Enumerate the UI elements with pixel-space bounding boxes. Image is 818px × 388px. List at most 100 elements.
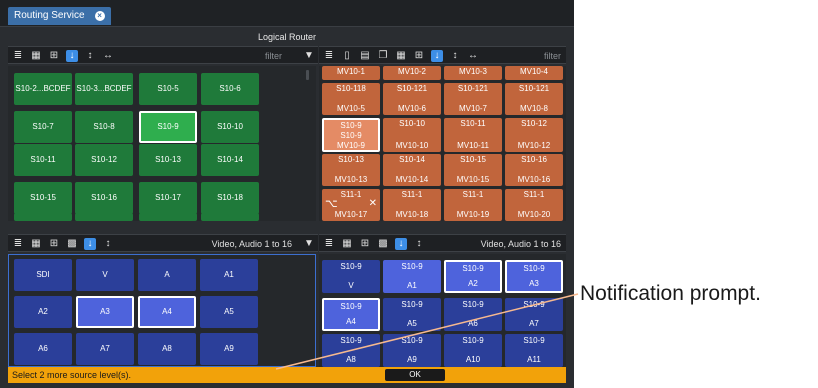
document-icon[interactable]: ▯ <box>341 50 353 62</box>
small-grid-icon[interactable]: ⊞ <box>48 238 60 250</box>
destination-button-mv10-16[interactable]: S10-16 MV10-16 <box>505 154 563 186</box>
destination-level-a10[interactable]: S10-9 A10 <box>444 334 502 367</box>
destination-level-a9[interactable]: S10-9 A9 <box>383 334 441 367</box>
sort-ascending-icon[interactable]: ↓ <box>84 238 96 250</box>
destination-button-mv10-11[interactable]: S10-11 MV10-11 <box>444 118 502 152</box>
source-level-sdi[interactable]: SDI <box>14 259 72 291</box>
sort-alpha-icon[interactable]: ↕ <box>102 238 114 250</box>
destination-button-mv10-12[interactable]: S10-12 MV10-12 <box>505 118 563 152</box>
destination-button-mv10-5[interactable]: S10-118 MV10-5 <box>322 83 380 115</box>
source-scrollbar[interactable] <box>306 70 309 80</box>
source-button-s10-9[interactable]: S10-9 <box>139 111 197 143</box>
source-level-a3[interactable]: A3 <box>76 296 134 328</box>
source-level-selector[interactable]: Video, Audio 1 to 16 <box>168 235 292 253</box>
destination-button-mv10-3[interactable]: MV10-3 <box>444 66 502 80</box>
list-view-icon[interactable]: ≣ <box>12 238 24 250</box>
source-button-s10-16[interactable]: S10-16 <box>75 182 133 214</box>
destination-button-mv10-1[interactable]: MV10-1 <box>322 66 380 80</box>
destination-button-mv10-10[interactable]: S10-10 MV10-10 <box>383 118 441 152</box>
small-grid-icon[interactable]: ⊞ <box>48 50 60 62</box>
destination-button-mv10-6[interactable]: S10-121 MV10-6 <box>383 83 441 115</box>
source-level-a8[interactable]: A8 <box>138 333 196 365</box>
source-button-s10-14[interactable]: S10-14 <box>201 144 259 176</box>
source-button-s10-13[interactable]: S10-13 <box>139 144 197 176</box>
large-grid-icon[interactable]: ▦ <box>395 50 407 62</box>
destination-button-mv10-9[interactable]: S10-9 S10-9 MV10-9 <box>322 118 380 152</box>
destination-source-label: S10-121 <box>518 84 550 93</box>
destination-button-mv10-8[interactable]: S10-121 MV10-8 <box>505 83 563 115</box>
sort-ascending-icon[interactable]: ↓ <box>66 50 78 62</box>
source-level-a9[interactable]: A9 <box>200 333 258 365</box>
destination-level-v[interactable]: S10-9 V <box>322 260 380 293</box>
list-view-icon[interactable]: ≣ <box>323 50 335 62</box>
grid-view-icon[interactable]: ▩ <box>66 238 78 250</box>
source-button-s10-17[interactable]: S10-17 <box>139 182 197 214</box>
close-tab-icon[interactable]: × <box>94 11 105 21</box>
destination-level-a4[interactable]: S10-9 A4 <box>322 298 380 331</box>
filter-funnel-icon[interactable]: ▼ <box>304 238 314 250</box>
destination-source-label: S10-13 <box>338 155 364 164</box>
destination-button-mv10-2[interactable]: MV10-2 <box>383 66 441 80</box>
source-level-a6[interactable]: A6 <box>14 333 72 365</box>
source-level-a4[interactable]: A4 <box>138 296 196 328</box>
source-filter-input[interactable]: filter <box>188 47 282 65</box>
destination-level-a6[interactable]: S10-9 A6 <box>444 298 502 331</box>
source-button-s10-18[interactable]: S10-18 <box>201 182 259 214</box>
destination-button-mv10-20[interactable]: S11-1 MV10-20 <box>505 189 563 221</box>
destination-button-mv10-17[interactable]: S11-1 MV10-17 ⌥ ✕ <box>322 189 380 221</box>
destination-button-mv10-13[interactable]: S10-13 MV10-13 <box>322 154 380 186</box>
source-button-s10-6[interactable]: S10-6 <box>201 73 259 105</box>
sort-ascending-icon[interactable]: ↓ <box>395 238 407 250</box>
source-level-a7[interactable]: A7 <box>76 333 134 365</box>
grid-view-icon[interactable]: ▩ <box>377 238 389 250</box>
source-button-s10-11[interactable]: S10-11 <box>14 144 72 176</box>
destination-level-a2[interactable]: S10-9 A2 <box>444 260 502 293</box>
source-button-s10-2-bcdef[interactable]: S10-2...BCDEF <box>14 73 72 105</box>
destination-level-a11[interactable]: S10-9 A11 <box>505 334 563 367</box>
source-toolbar: ≣ ▦ ⊞ ↓ ↕ ↔ filter ▼ <box>8 46 318 64</box>
destination-level-a7[interactable]: S10-9 A7 <box>505 298 563 331</box>
list-view-icon[interactable]: ≣ <box>323 238 335 250</box>
small-grid-icon[interactable]: ⊞ <box>413 50 425 62</box>
large-grid-icon[interactable]: ▦ <box>30 238 42 250</box>
sort-ascending-icon[interactable]: ↓ <box>431 50 443 62</box>
source-button-s10-8[interactable]: S10-8 <box>75 111 133 143</box>
source-level-v[interactable]: V <box>76 259 134 291</box>
sort-alpha-icon[interactable]: ↕ <box>413 238 425 250</box>
source-level-a1[interactable]: A1 <box>200 259 258 291</box>
destination-button-mv10-15[interactable]: S10-15 MV10-15 <box>444 154 502 186</box>
list-view-icon[interactable]: ≣ <box>12 50 24 62</box>
source-button-s10-15[interactable]: S10-15 <box>14 182 72 214</box>
destination-filter-input[interactable]: filter <box>499 47 561 65</box>
fit-width-icon[interactable]: ↔ <box>102 50 114 62</box>
sort-alpha-icon[interactable]: ↕ <box>449 50 461 62</box>
ok-button[interactable]: OK <box>385 369 445 381</box>
source-level-a2[interactable]: A2 <box>14 296 72 328</box>
destination-button-mv10-7[interactable]: S10-121 MV10-7 <box>444 83 502 115</box>
filter-funnel-icon[interactable]: ▼ <box>304 50 314 62</box>
source-button-s10-7[interactable]: S10-7 <box>14 111 72 143</box>
destination-button-mv10-4[interactable]: MV10-4 <box>505 66 563 80</box>
source-level-a5[interactable]: A5 <box>200 296 258 328</box>
large-grid-icon[interactable]: ▦ <box>30 50 42 62</box>
source-button-s10-3-bcdef[interactable]: S10-3...BCDEF <box>75 73 133 105</box>
destination-level-selector[interactable]: Video, Audio 1 to 16 <box>459 235 561 253</box>
destination-button-mv10-19[interactable]: S11-1 MV10-19 <box>444 189 502 221</box>
source-button-s10-5[interactable]: S10-5 <box>139 73 197 105</box>
source-button-s10-10[interactable]: S10-10 <box>201 111 259 143</box>
destination-level-a1[interactable]: S10-9 A1 <box>383 260 441 293</box>
source-button-s10-12[interactable]: S10-12 <box>75 144 133 176</box>
fit-width-icon[interactable]: ↔ <box>467 50 479 62</box>
copy-icon[interactable]: ❐ <box>377 50 389 62</box>
destination-button-mv10-18[interactable]: S11-1 MV10-18 <box>383 189 441 221</box>
small-grid-icon[interactable]: ⊞ <box>359 238 371 250</box>
large-grid-icon[interactable]: ▦ <box>341 238 353 250</box>
clipboard-icon[interactable]: ▤ <box>359 50 371 62</box>
destination-button-mv10-14[interactable]: S10-14 MV10-14 <box>383 154 441 186</box>
destination-level-a8[interactable]: S10-9 A8 <box>322 334 380 367</box>
source-level-a[interactable]: A <box>138 259 196 291</box>
destination-level-a5[interactable]: S10-9 A5 <box>383 298 441 331</box>
tab-routing-service[interactable]: Routing Service × <box>8 7 111 25</box>
sort-alpha-icon[interactable]: ↕ <box>84 50 96 62</box>
destination-level-a3[interactable]: S10-9 A3 <box>505 260 563 293</box>
